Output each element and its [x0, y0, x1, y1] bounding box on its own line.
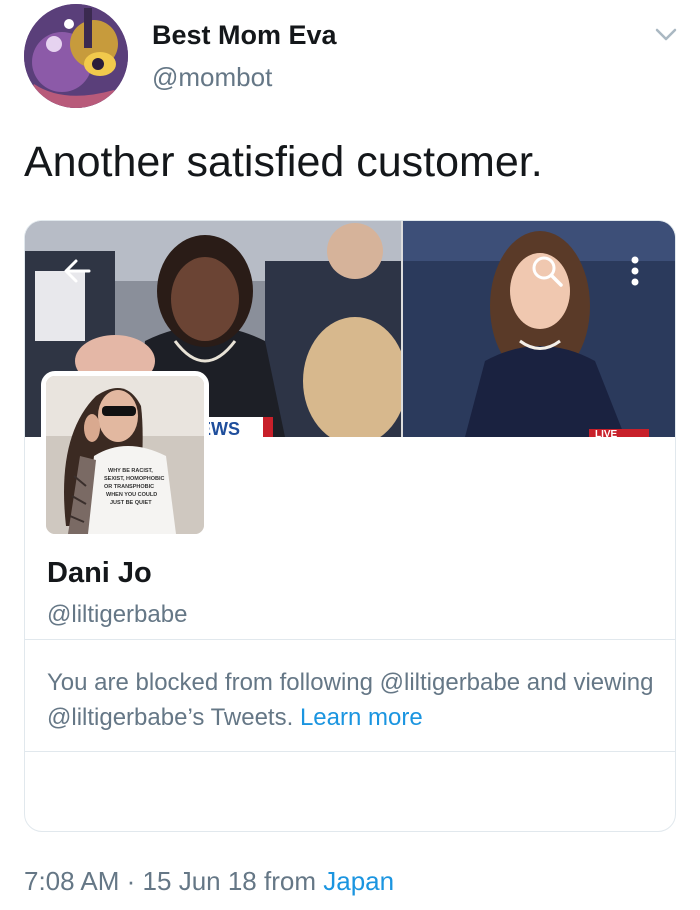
- chevron-down-icon[interactable]: [652, 20, 680, 48]
- author-display-name[interactable]: Best Mom Eva: [152, 20, 337, 51]
- more-vertical-icon[interactable]: [615, 251, 655, 291]
- tweet-location-link[interactable]: Japan: [323, 866, 394, 896]
- card-divider-top: [25, 639, 675, 640]
- banner-live-text: LIVE: [595, 429, 618, 437]
- arrow-left-icon[interactable]: [57, 251, 97, 291]
- learn-more-link[interactable]: Learn more: [300, 704, 423, 731]
- search-icon[interactable]: [527, 251, 567, 291]
- blocked-message: You are blocked from following @liltiger…: [47, 665, 657, 735]
- profile-name: Dani Jo: [47, 557, 152, 589]
- meta-separator: ·: [126, 866, 136, 896]
- profile-handle: @liltigerbabe: [47, 601, 188, 628]
- tweet-date: 15 Jun 18: [142, 866, 257, 896]
- author-avatar[interactable]: [24, 4, 128, 108]
- tweet-text: Another satisfied customer.: [24, 138, 543, 186]
- card-divider-bottom: [25, 751, 675, 752]
- profile-photo[interactable]: WHY BE RACIST, SEXIST, HOMOPHOBIC OR TRA…: [41, 371, 209, 539]
- author-handle: @mombot: [152, 62, 273, 92]
- from-label: from: [264, 866, 316, 896]
- tweet-meta: 7:08 AM · 15 Jun 18 from Japan: [24, 866, 394, 897]
- profile-card-image[interactable]: EWS LIVE WHY BE RACIST, SEXIST, HOMOPHOB…: [24, 220, 676, 832]
- tweet-time: 7:08 AM: [24, 866, 120, 896]
